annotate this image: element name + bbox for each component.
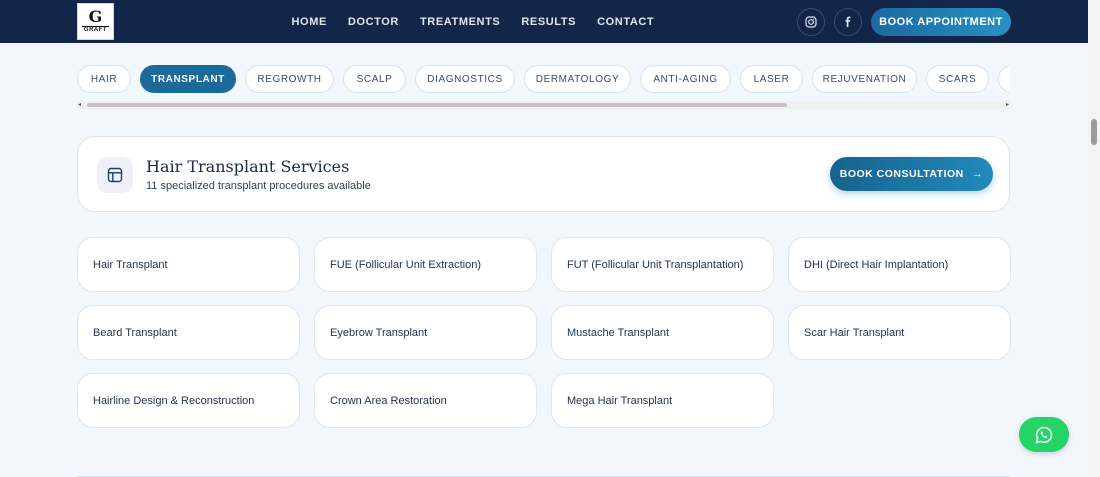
logo-letter: G [88, 7, 103, 26]
scroll-right-icon[interactable]: ▸ [1006, 101, 1009, 109]
nav-treatments[interactable]: TREATMENTS [420, 16, 500, 28]
nav-home[interactable]: HOME [292, 16, 327, 28]
whatsapp-icon [1035, 426, 1053, 443]
tab-dermatology[interactable]: DERMATOLOGY [524, 65, 631, 93]
logo-text: GRAFT [83, 27, 108, 33]
procedure-card[interactable]: Eyebrow Transplant [314, 305, 537, 360]
book-appointment-button[interactable]: BOOK APPOINTMENT [871, 8, 1011, 36]
tab-scalp[interactable]: SCALP [343, 65, 406, 93]
procedure-card[interactable]: Mega Hair Transplant [551, 373, 774, 428]
whatsapp-button[interactable] [1019, 417, 1069, 452]
procedure-card[interactable]: Hair Transplant [77, 237, 300, 292]
section-icon-box [97, 157, 133, 193]
tab-rejuvenation[interactable]: REJUVENATION [812, 65, 917, 93]
tab-transplant[interactable]: TRANSPLANT [140, 65, 236, 93]
procedure-card[interactable]: Scar Hair Transplant [788, 305, 1011, 360]
procedure-card[interactable]: Crown Area Restoration [314, 373, 537, 428]
procedure-card[interactable]: Beard Transplant [77, 305, 300, 360]
section-title: Hair Transplant Services [146, 157, 350, 176]
section-subtitle: 11 specialized transplant procedures ava… [146, 180, 371, 192]
tabs-scrollbar[interactable]: ◂ ▸ [77, 101, 1010, 109]
scroll-left-icon[interactable]: ◂ [78, 101, 81, 109]
tab-more[interactable] [998, 65, 1010, 93]
nav-contact[interactable]: CONTACT [597, 16, 654, 28]
procedure-card[interactable]: FUT (Follicular Unit Transplantation) [551, 237, 774, 292]
section-header-card: Hair Transplant Services 11 specialized … [77, 136, 1010, 212]
instagram-icon [805, 16, 817, 28]
tabs-scrollbar-thumb[interactable] [87, 103, 787, 107]
procedures-grid: Hair Transplant FUE (Follicular Unit Ext… [77, 237, 1011, 428]
tab-anti-aging[interactable]: ANTI-AGING [640, 65, 731, 93]
tab-diagnostics[interactable]: DIAGNOSTICS [415, 65, 515, 93]
category-tabs: HAIR TRANSPLANT REGROWTH SCALP DIAGNOSTI… [77, 62, 1010, 96]
tab-laser[interactable]: LASER [740, 65, 803, 93]
main-nav: HOME DOCTOR TREATMENTS RESULTS CONTACT [281, 0, 665, 43]
procedure-card[interactable]: FUE (Follicular Unit Extraction) [314, 237, 537, 292]
book-consultation-label: BOOK CONSULTATION [839, 168, 964, 180]
layout-icon [107, 167, 123, 183]
book-consultation-button[interactable]: BOOK CONSULTATION → [830, 157, 993, 191]
brand-logo[interactable]: G GRAFT [77, 3, 114, 40]
tab-hair[interactable]: HAIR [77, 65, 131, 93]
tab-scars[interactable]: SCARS [926, 65, 989, 93]
procedure-card[interactable]: Hairline Design & Reconstruction [77, 373, 300, 428]
page-scrollbar-thumb[interactable] [1091, 119, 1097, 145]
site-header: G GRAFT HOME DOCTOR TREATMENTS RESULTS C… [0, 0, 1088, 43]
facebook-icon [845, 16, 851, 27]
facebook-button[interactable] [834, 8, 862, 36]
arrow-right-icon: → [971, 168, 984, 180]
nav-results[interactable]: RESULTS [521, 16, 576, 28]
procedure-card[interactable]: Mustache Transplant [551, 305, 774, 360]
nav-doctor[interactable]: DOCTOR [348, 16, 399, 28]
procedure-card[interactable]: DHI (Direct Hair Implantation) [788, 237, 1011, 292]
page-scrollbar[interactable] [1088, 0, 1100, 477]
tab-regrowth[interactable]: REGROWTH [245, 65, 334, 93]
instagram-button[interactable] [797, 8, 825, 36]
